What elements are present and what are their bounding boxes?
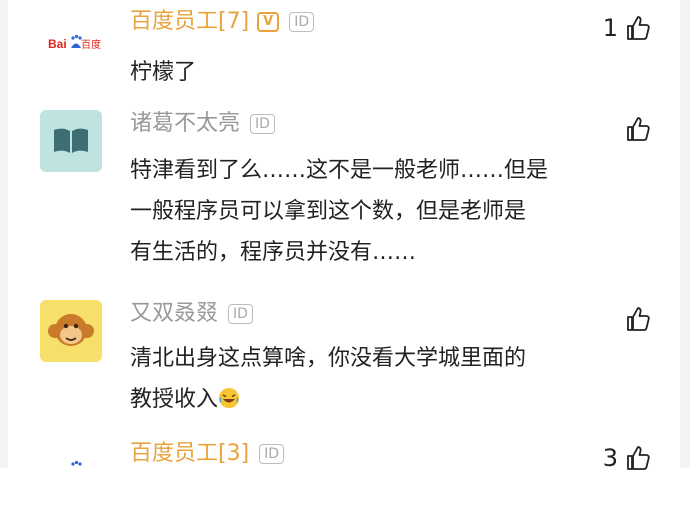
username-text[interactable]: 又双叒叕	[130, 300, 218, 328]
comment-text-line: 教授收入	[130, 379, 610, 420]
id-badge-icon: ID	[259, 444, 285, 464]
comment-text: 特津看到了么……这不是一般老师……但是 一般程序员可以拿到这个数，但是老师是 有…	[130, 150, 610, 273]
thumbs-up-icon	[627, 446, 650, 470]
user-avatar[interactable]	[40, 110, 102, 172]
comment-username[interactable]: 百度员工[7] V ID	[130, 8, 315, 36]
username-text[interactable]: 百度员工[7]	[130, 8, 249, 36]
thumbs-up-icon	[627, 117, 650, 141]
svg-text:Bai: Bai	[48, 37, 67, 51]
monkey-icon	[48, 314, 94, 346]
comment-text-line: 清北出身这点算啥，你没看大学城里面的	[130, 346, 527, 371]
baidu-logo-icon: Bai 百度	[48, 34, 101, 51]
id-badge-icon: ID	[250, 114, 275, 134]
comment-username[interactable]: 又双叒叕 ID	[130, 300, 253, 328]
like-button[interactable]: 1	[603, 14, 650, 42]
id-badge-icon: ID	[289, 12, 315, 32]
laughing-tears-emoji-icon	[218, 382, 240, 408]
comment-text: 清北出身这点算啥，你没看大学城里面的 教授收入	[130, 338, 610, 420]
baidu-logo-icon	[71, 460, 82, 466]
comment-username[interactable]: 诸葛不太亮 ID	[130, 110, 275, 138]
like-button[interactable]	[626, 116, 650, 142]
comment-text: 柠檬了	[130, 52, 610, 93]
username-text[interactable]: 诸葛不太亮	[130, 110, 240, 138]
comment-username[interactable]: 百度员工[3] ID	[130, 440, 285, 468]
verified-badge-icon: V	[257, 12, 280, 32]
left-gutter	[0, 0, 8, 468]
like-count: 1	[602, 14, 618, 42]
comment-text-line: 特津看到了么……这不是一般老师……但是	[130, 158, 549, 183]
thumbs-up-icon	[627, 307, 650, 331]
comment-text-line: 有生活的，程序员并没有……	[130, 240, 417, 265]
id-badge-icon: ID	[228, 304, 253, 324]
baidu-logo-avatar[interactable]: Bai 百度	[40, 12, 102, 74]
user-avatar[interactable]	[40, 300, 102, 362]
book-icon	[54, 128, 88, 153]
thumbs-up-icon	[627, 16, 650, 40]
comment-text-line: 一般程序员可以拿到这个数，但是老师是	[130, 199, 527, 224]
comment-text-fragment: 教授收入	[130, 387, 219, 412]
like-button[interactable]	[626, 306, 650, 332]
right-gutter	[680, 0, 690, 468]
username-text[interactable]: 百度员工[3]	[130, 440, 249, 468]
svg-text:百度: 百度	[81, 38, 101, 51]
comment-text-line: 柠檬了	[130, 60, 197, 85]
baidu-logo-avatar[interactable]	[40, 452, 102, 514]
